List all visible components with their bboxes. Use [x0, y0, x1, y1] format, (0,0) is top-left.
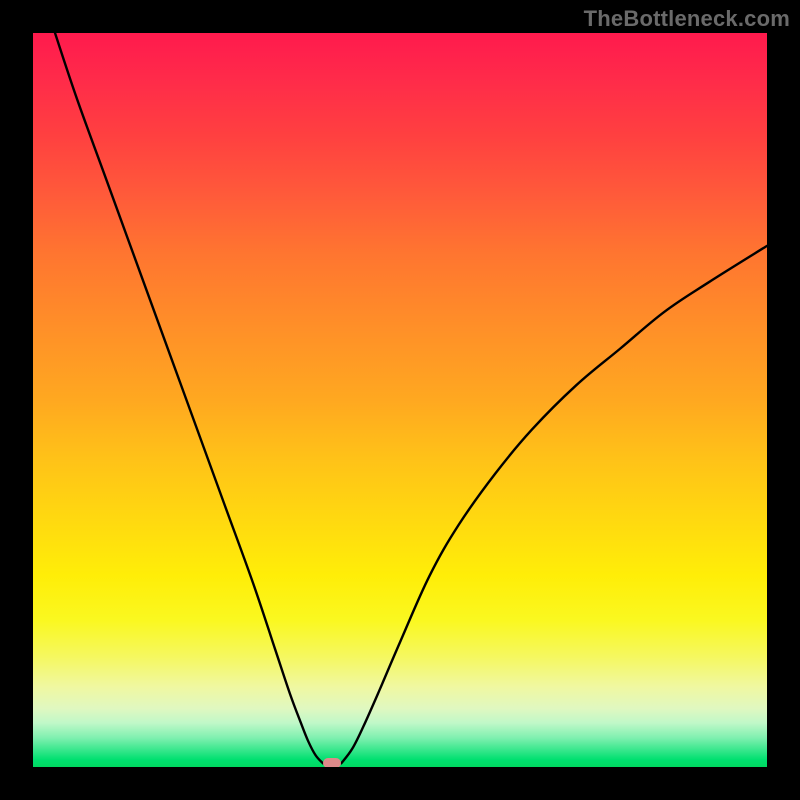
chart-frame: TheBottleneck.com: [0, 0, 800, 800]
curve-left-branch: [55, 33, 323, 763]
curve-layer: [33, 33, 767, 767]
curve-right-branch: [341, 246, 767, 763]
minimum-marker: [323, 758, 341, 767]
plot-area: [33, 33, 767, 767]
watermark-text: TheBottleneck.com: [584, 6, 790, 32]
